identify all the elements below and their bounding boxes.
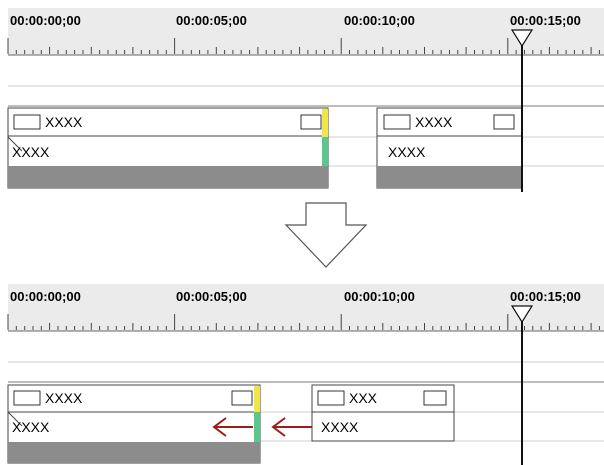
thumbnail-icon: [423, 390, 447, 406]
timecode-label: 00:00:15;00: [510, 13, 581, 28]
timecode-label: 00:00:10;00: [344, 289, 415, 304]
timeline-after: 00:00:00;00 00:00:05;00 00:00:10;00 00:0…: [7, 284, 604, 465]
clip-title: XXXX: [415, 114, 453, 130]
clip-label: XXXX: [12, 419, 50, 435]
clip-title: XXXX: [45, 390, 83, 406]
clip[interactable]: XXXX XXXX: [7, 107, 329, 189]
clip-label: XXXX: [388, 144, 426, 160]
timecode-label: 00:00:10;00: [344, 13, 415, 28]
timeline-before: 00:00:00;00 00:00:05;00 00:00:10;00 00:0…: [7, 8, 604, 192]
thumbnail-icon: [231, 390, 253, 406]
clip-audio-bar: [8, 166, 328, 188]
left-arrow-icon: [271, 417, 312, 437]
in-point-marker: [322, 109, 328, 137]
thumbnail-icon: [13, 390, 41, 406]
clip-label: XXXX: [321, 419, 359, 435]
clip-title: XXX: [349, 390, 378, 406]
out-point-marker: [254, 412, 260, 442]
down-arrow-icon: [284, 202, 368, 268]
clip-title: XXXX: [45, 114, 83, 130]
thumbnail-icon: [317, 390, 345, 406]
clip-audio-bar: [377, 166, 522, 188]
thumbnail-icon: [300, 114, 322, 130]
clip[interactable]: XXX XXXX: [311, 384, 455, 442]
clip-audio-bar: [8, 442, 260, 463]
timecode-label: 00:00:00;00: [10, 13, 81, 28]
thumbnail-icon: [493, 114, 515, 130]
thumbnail-icon: [383, 114, 411, 130]
thumbnail-icon: [13, 114, 41, 130]
in-point-marker: [254, 386, 260, 412]
clip[interactable]: XXXX XXXX: [376, 107, 523, 189]
timecode-label: 00:00:05;00: [176, 13, 247, 28]
timecode-label: 00:00:00;00: [10, 289, 81, 304]
empty-track[interactable]: [8, 56, 604, 106]
timeline-illustration: 00:00:00;00 00:00:05;00 00:00:10;00 00:0…: [7, 8, 604, 465]
timecode-label: 00:00:15;00: [510, 289, 581, 304]
clip[interactable]: XXXX XXXX: [7, 384, 261, 464]
empty-track[interactable]: [8, 332, 604, 382]
clip-label: XXXX: [12, 144, 50, 160]
out-point-marker: [322, 137, 328, 166]
timecode-label: 00:00:05;00: [176, 289, 247, 304]
